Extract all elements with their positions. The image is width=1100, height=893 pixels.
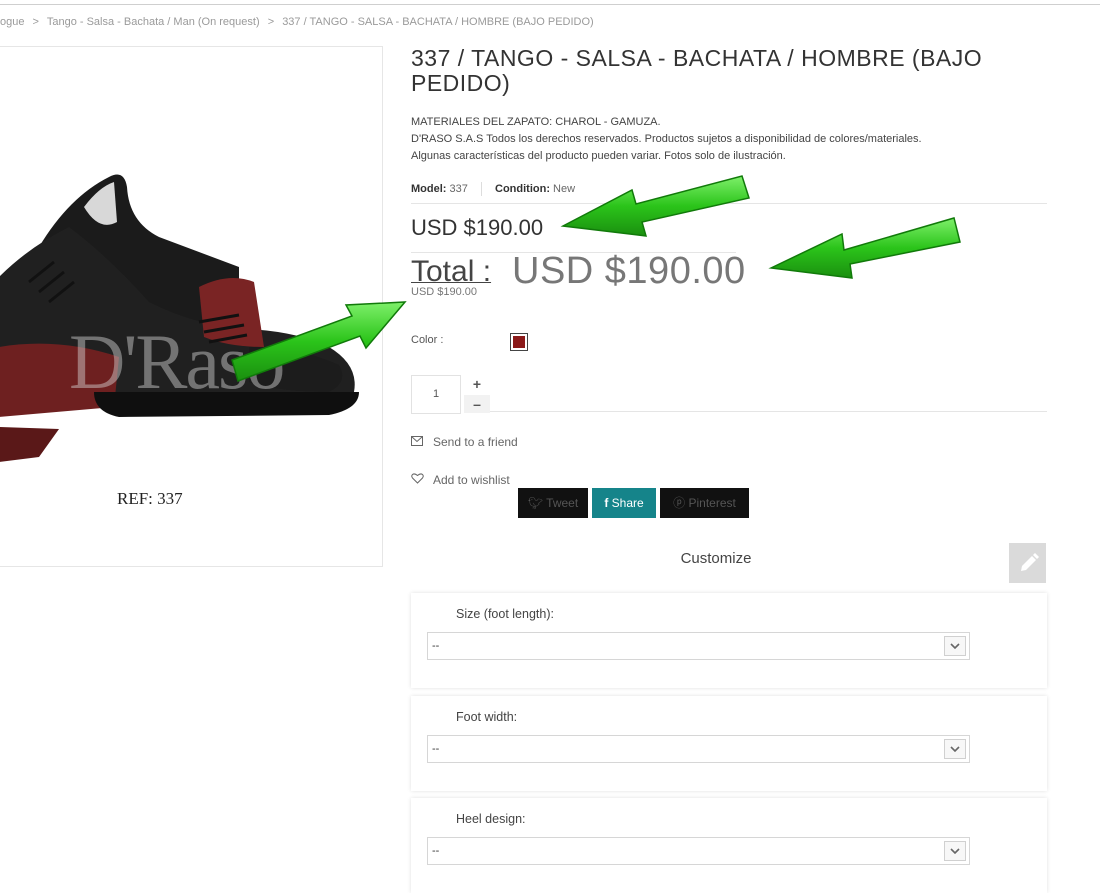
foot-width-select-value: -- — [432, 743, 440, 755]
watermark-logo: D'Raso — [69, 318, 285, 405]
top-divider — [0, 4, 1100, 5]
add-to-wishlist-label: Add to wishlist — [433, 473, 510, 487]
size-select[interactable]: -- — [427, 632, 970, 660]
foot-width-select[interactable]: -- — [427, 735, 970, 763]
heel-design-label: Heel design: — [456, 812, 526, 826]
breadcrumb-separator: > — [32, 16, 39, 28]
share-button[interactable]: f Share — [592, 488, 656, 518]
customize-card-foot-width: Foot width: -- — [411, 696, 1047, 791]
description-line: D'RASO S.A.S Todos los derechos reservad… — [411, 133, 922, 145]
size-select-value: -- — [432, 640, 440, 652]
send-to-friend-label: Send to a friend — [433, 435, 518, 449]
color-label: Color : — [411, 334, 444, 346]
product-description: MATERIALES DEL ZAPATO: CHAROL - GAMUZA. … — [411, 114, 1051, 165]
breadcrumb-separator: > — [267, 16, 275, 28]
description-line: MATERIALES DEL ZAPATO: CHAROL - GAMUZA. — [411, 116, 661, 128]
quantity-increase-button[interactable]: + — [464, 375, 490, 393]
breadcrumb-item-current: 337 / TANGO - SALSA - BACHATA / HOMBRE (… — [282, 16, 594, 28]
chevron-down-icon[interactable] — [944, 841, 966, 861]
tweet-button[interactable]: 🐦︎ Tweet — [518, 488, 588, 518]
share-label: Share — [611, 496, 644, 510]
tweet-label: Tweet — [546, 496, 579, 510]
description-line: Algunas características del producto pue… — [411, 150, 786, 162]
chevron-down-icon[interactable] — [944, 739, 966, 759]
condition-label: Condition: — [495, 182, 550, 195]
total-value: USD $190.00 — [512, 250, 746, 292]
meta-divider — [480, 182, 482, 196]
arrow-to-total — [768, 217, 961, 279]
edit-customization-button[interactable] — [1009, 543, 1046, 583]
customize-heading: Customize — [680, 550, 752, 567]
divider — [411, 203, 1047, 204]
pinterest-button[interactable]: ⓟ Pinterest — [660, 488, 749, 518]
swatch-fill — [513, 336, 525, 348]
pinterest-label: Pinterest — [688, 496, 736, 510]
model-label: Model: — [411, 182, 447, 195]
total-label: Total : — [411, 255, 492, 288]
product-meta: Model: 337 Condition: New — [411, 182, 575, 196]
breadcrumb-item-catalogue[interactable]: ogue — [0, 16, 24, 28]
add-to-wishlist-link[interactable]: Add to wishlist — [411, 473, 510, 487]
color-swatch-red[interactable] — [510, 333, 528, 351]
product-image[interactable]: D'Raso REF: 337 — [0, 46, 383, 567]
condition-value: New — [553, 182, 576, 195]
image-ref-label: REF: 337 — [117, 489, 183, 508]
pinterest-icon: ⓟ — [673, 496, 686, 510]
twitter-icon: 🐦︎ — [527, 496, 544, 510]
quantity-input[interactable]: 1 — [411, 375, 461, 414]
heel-design-select-value: -- — [432, 845, 440, 857]
breadcrumb-item-category[interactable]: Tango - Salsa - Bachata / Man (On reques… — [47, 16, 260, 28]
product-title: 337 / TANGO - SALSA - BACHATA / HOMBRE (… — [411, 45, 983, 96]
size-label: Size (foot length): — [456, 607, 554, 621]
pencil-icon — [1021, 553, 1039, 571]
heel-design-select[interactable]: -- — [427, 837, 970, 865]
chevron-down-icon[interactable] — [944, 636, 966, 656]
heart-icon — [411, 473, 425, 487]
breadcrumb: ogue > Tango - Salsa - Bachata / Man (On… — [0, 16, 594, 28]
arrow-to-price — [560, 175, 750, 237]
envelope-icon — [411, 435, 425, 449]
unit-price-small: USD $190.00 — [411, 286, 478, 298]
send-to-friend-link[interactable]: Send to a friend — [411, 435, 518, 449]
model-value: 337 — [449, 182, 468, 195]
quantity-decrease-button[interactable]: – — [464, 395, 490, 413]
shoe-illustration — [0, 174, 359, 462]
facebook-icon: f — [604, 496, 609, 510]
product-price: USD $190.00 — [411, 215, 544, 240]
foot-width-label: Foot width: — [456, 710, 518, 724]
customize-card-size: Size (foot length): -- — [411, 593, 1047, 688]
divider — [490, 411, 1047, 412]
customize-card-heel-design: Heel design: -- — [411, 798, 1047, 893]
